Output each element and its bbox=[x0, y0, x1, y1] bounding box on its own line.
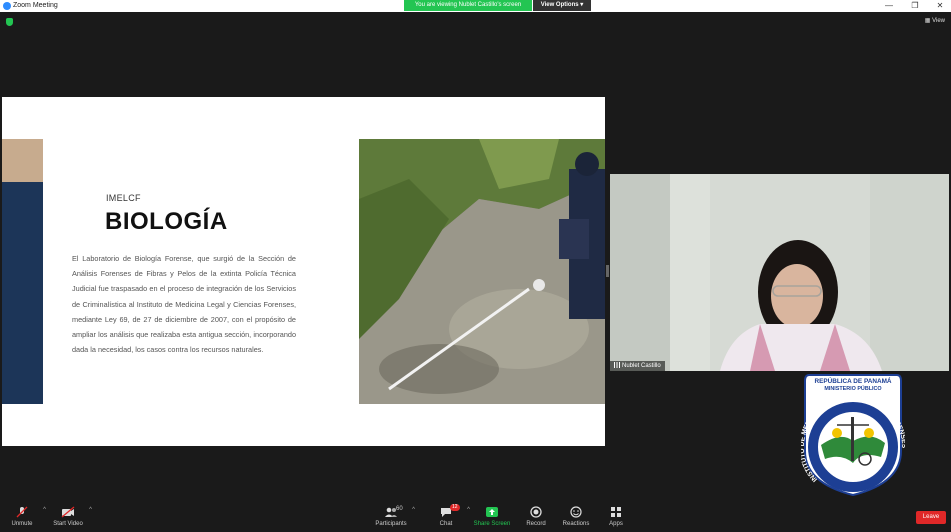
camera-off-icon bbox=[61, 506, 75, 518]
reactions-smiley-icon bbox=[570, 506, 582, 518]
participant-video-frame bbox=[610, 174, 949, 371]
panel-splitter-handle[interactable] bbox=[606, 265, 609, 277]
unmute-label: Unmute bbox=[11, 521, 33, 527]
institute-emblem: REPÚBLICA DE PANAMÁ MINISTERIO PÚBLICO I… bbox=[799, 371, 907, 497]
record-label: Record bbox=[526, 521, 546, 527]
participant-name-tag: Nublet Castillo bbox=[610, 361, 665, 371]
viewing-screen-banner: You are viewing Nublet Castillo's screen bbox=[404, 0, 532, 11]
emblem-title-line1: REPÚBLICA DE PANAMÁ bbox=[814, 376, 891, 385]
share-screen-label: Share Screen bbox=[473, 521, 511, 527]
participants-count: 60 bbox=[396, 506, 403, 512]
reactions-button[interactable]: Reactions bbox=[554, 506, 598, 527]
slide-label: IMELCF bbox=[106, 193, 141, 203]
slide-accent-navy bbox=[2, 182, 43, 404]
slide-accent-tan bbox=[2, 139, 43, 182]
view-options-button[interactable]: View Options ▾ bbox=[533, 0, 591, 11]
window-title: Zoom Meeting bbox=[13, 2, 58, 9]
view-button-label: View bbox=[932, 18, 945, 24]
participant-name: Nublet Castillo bbox=[622, 363, 661, 369]
field-sampling-photo bbox=[359, 139, 605, 404]
encryption-shield-icon[interactable] bbox=[6, 18, 13, 26]
start-video-button[interactable]: Start Video ^ bbox=[46, 506, 92, 527]
reactions-label: Reactions bbox=[562, 521, 590, 527]
slide-heading: BIOLOGÍA bbox=[105, 208, 228, 235]
slide-body-text: El Laboratorio de Biología Forense, que … bbox=[72, 254, 296, 355]
participants-options-chevron-icon[interactable]: ^ bbox=[412, 507, 415, 513]
close-icon[interactable]: ✕ bbox=[930, 0, 950, 12]
start-video-label: Start Video bbox=[53, 521, 83, 527]
unmute-button[interactable]: Unmute ^ bbox=[0, 506, 46, 527]
leave-button[interactable]: Leave bbox=[916, 511, 946, 524]
zoom-logo-icon bbox=[3, 2, 11, 10]
apps-icon bbox=[611, 507, 621, 517]
view-options-label: View Options bbox=[540, 2, 579, 8]
apps-label: Apps bbox=[609, 521, 623, 527]
video-options-chevron-icon[interactable]: ^ bbox=[89, 507, 92, 513]
meeting-toolbar: Unmute ^ Start Video ^ 60 Participants ^… bbox=[0, 502, 951, 532]
record-icon bbox=[530, 506, 542, 518]
participants-label: Participants bbox=[375, 521, 407, 527]
chat-label: Chat bbox=[439, 521, 453, 527]
apps-button[interactable]: Apps bbox=[594, 506, 638, 527]
chat-unread-badge: 12 bbox=[450, 504, 460, 511]
restore-icon[interactable]: ❐ bbox=[905, 0, 925, 12]
audio-level-icon bbox=[614, 362, 620, 369]
view-button[interactable]: ▦ View bbox=[925, 17, 945, 24]
minimize-icon[interactable]: — bbox=[879, 0, 899, 12]
record-button[interactable]: Record bbox=[514, 506, 558, 527]
share-screen-icon bbox=[486, 507, 498, 517]
share-screen-button[interactable]: Share Screen bbox=[470, 506, 514, 527]
shared-slide: IMELCF BIOLOGÍA El Laboratorio de Biolog… bbox=[2, 97, 605, 446]
participants-button[interactable]: 60 Participants ^ bbox=[369, 506, 415, 527]
emblem-title-line2: MINISTERIO PÚBLICO bbox=[824, 385, 881, 392]
participant-video-tile[interactable]: Nublet Castillo bbox=[610, 174, 949, 371]
chat-button[interactable]: 12 Chat ^ bbox=[424, 504, 470, 527]
microphone-muted-icon bbox=[16, 506, 28, 518]
